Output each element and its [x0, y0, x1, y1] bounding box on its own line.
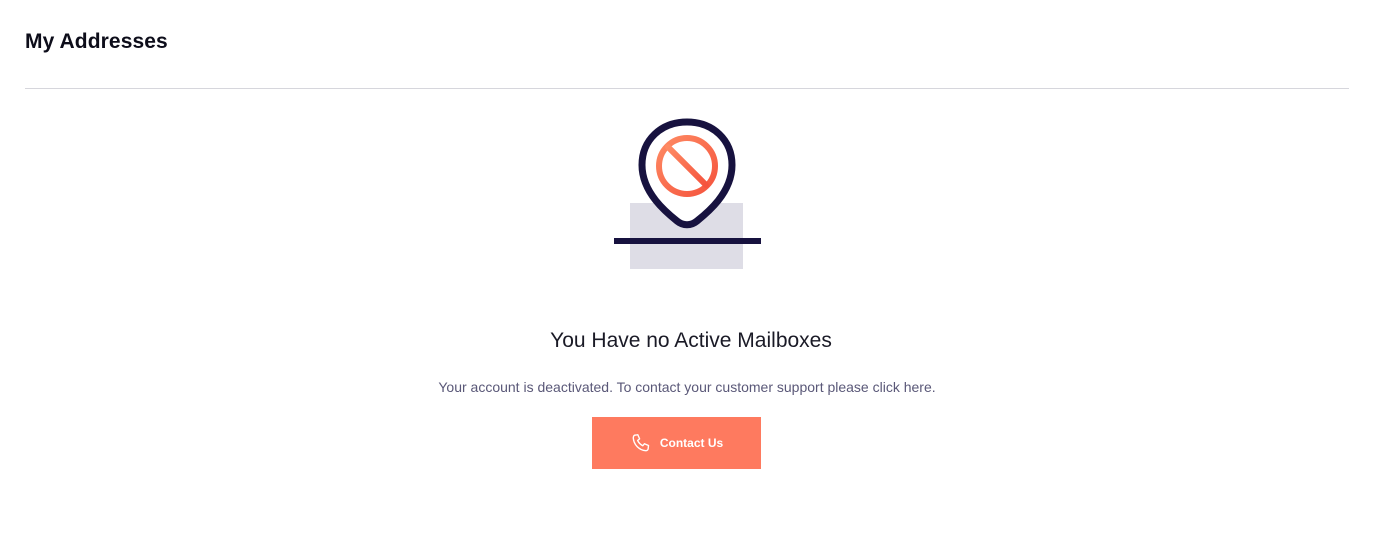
empty-state-message: Your account is deactivated. To contact … [438, 379, 936, 395]
contact-us-label: Contact Us [659, 436, 724, 450]
page-title: My Addresses [25, 30, 168, 53]
location-pin-blocked-icon [614, 118, 761, 269]
contact-us-button[interactable]: Contact Us [592, 417, 761, 469]
header-divider [25, 88, 1349, 89]
phone-icon [630, 432, 652, 454]
empty-state-title: You Have no Active Mailboxes [550, 329, 832, 352]
my-addresses-page: My Addresses You Have no Active Mailboxe… [0, 0, 1382, 545]
empty-state-illustration [612, 118, 764, 272]
